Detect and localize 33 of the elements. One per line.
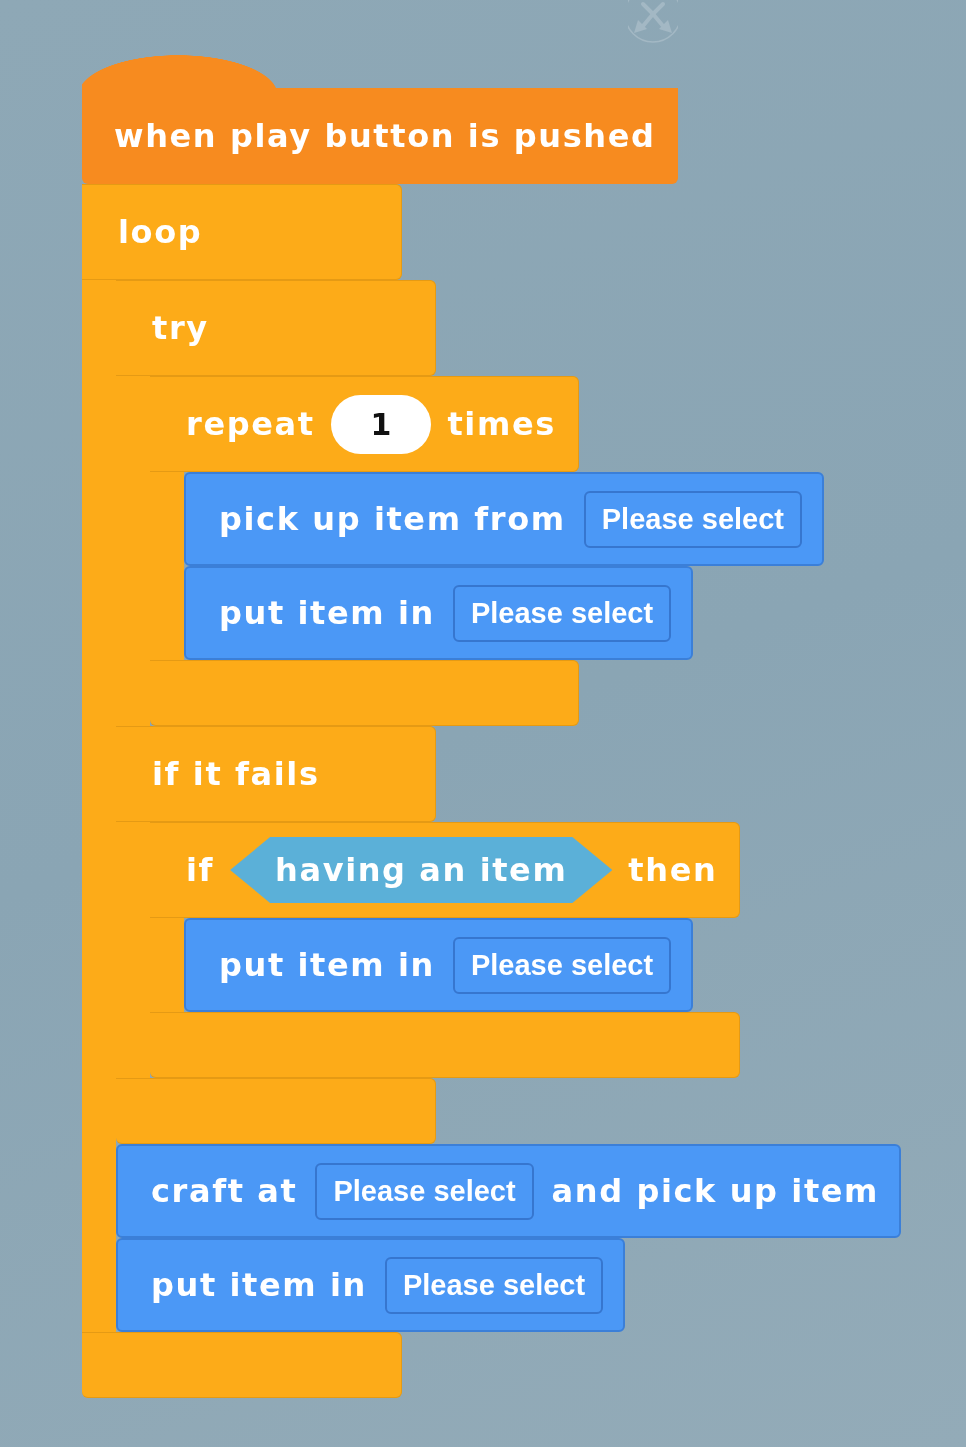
block-label: try — [152, 309, 209, 347]
number-field[interactable]: 1 — [330, 394, 432, 454]
block-label: and pick up item — [551, 1172, 880, 1210]
block-label: if — [186, 851, 215, 889]
dropdown-field[interactable]: Please select — [583, 490, 802, 548]
block-label: times — [447, 405, 556, 443]
control-block-header[interactable]: repeat 1 times — [150, 376, 579, 472]
block-label: then — [628, 851, 718, 889]
action-block[interactable]: pick up item from Please select — [184, 472, 824, 566]
block-label: put item in — [219, 594, 435, 632]
dropdown-field[interactable]: Please select — [452, 936, 672, 994]
hat-block[interactable]: when play button is pushed — [82, 55, 678, 184]
block-label: if it fails — [152, 755, 320, 793]
block-label: repeat — [186, 405, 315, 443]
action-block[interactable]: put item in Please select — [184, 918, 694, 1012]
dropdown-field[interactable]: Please select — [384, 1256, 604, 1314]
block-label: when play button is pushed — [114, 117, 656, 155]
block-label: loop — [118, 213, 203, 251]
action-block[interactable]: put item in Please select — [184, 566, 694, 660]
control-block-header[interactable]: if it fails — [116, 726, 436, 822]
dropdown-field[interactable]: Please select — [452, 584, 672, 642]
action-block[interactable]: craft at Please select and pick up item — [116, 1144, 902, 1238]
block-label: pick up item from — [219, 500, 566, 538]
block-label: put item in — [219, 946, 435, 984]
action-block[interactable]: put item in Please select — [116, 1238, 626, 1332]
control-block-header[interactable]: if having an item then — [150, 822, 741, 918]
control-block-header[interactable]: try — [116, 280, 436, 376]
dropdown-field[interactable]: Please select — [315, 1162, 534, 1220]
block-label: craft at — [151, 1172, 298, 1210]
move-icon[interactable] — [628, 0, 678, 46]
condition-block[interactable]: having an item — [230, 837, 613, 903]
block-label: put item in — [151, 1266, 367, 1304]
control-block-header[interactable]: loop — [82, 184, 402, 280]
